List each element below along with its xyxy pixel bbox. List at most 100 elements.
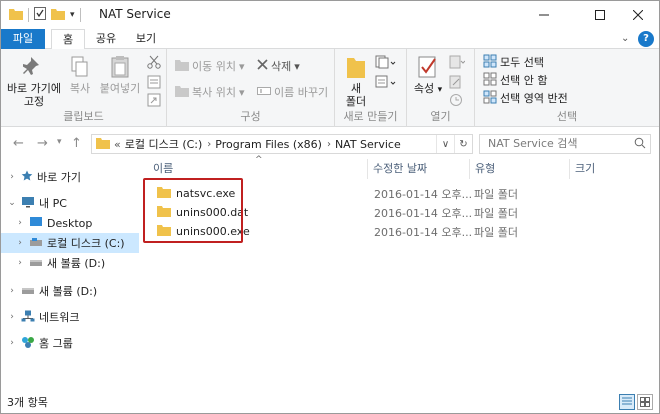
ribbon-expand-icon[interactable]: ⌄ xyxy=(621,33,629,44)
open-group-label: 열기 xyxy=(430,110,451,123)
cut-icon[interactable] xyxy=(147,55,161,72)
chevron-down-icon[interactable]: ⌄ xyxy=(7,198,17,208)
pin-to-quick-access-button[interactable]: 바로 가기에 고정 xyxy=(5,55,63,108)
properties-button[interactable]: 속성 ▾ xyxy=(413,55,443,97)
file-type: 파일 폴더 xyxy=(474,225,518,239)
open-icon[interactable] xyxy=(449,55,466,72)
file-date: 2016-01-14 오후... xyxy=(374,206,473,220)
new-item-icon[interactable] xyxy=(375,55,397,72)
large-icons-view-icon[interactable] xyxy=(637,394,653,410)
chevron-right-icon[interactable]: › xyxy=(15,258,25,268)
address-bar[interactable]: « 로컬 디스크 (C:) › Program Files (x86) › NA… xyxy=(91,134,473,154)
ribbon: 바로 가기에 고정 복사 붙여넣기 클립보드 이동 위치 ▾ 복사 위치 ▾ 삭… xyxy=(1,49,659,127)
new-folder-icon xyxy=(346,55,366,82)
breadcrumb-item[interactable]: NAT Service xyxy=(335,138,401,151)
nav-label: 로컬 디스크 (C:) xyxy=(47,237,125,250)
copy-label: 복사 xyxy=(69,82,91,95)
help-button[interactable]: ? xyxy=(638,31,654,47)
select-none-button[interactable]: 선택 안 함 xyxy=(483,71,547,89)
copy-to-button[interactable]: 복사 위치 ▾ xyxy=(175,83,245,101)
column-divider[interactable] xyxy=(569,159,570,179)
nav-item-desktop[interactable]: › Desktop xyxy=(1,213,139,233)
nav-item-this-pc[interactable]: ⌄ 내 PC xyxy=(1,193,139,213)
chevron-right-icon[interactable]: › xyxy=(7,312,17,322)
chevron-right-icon[interactable]: › xyxy=(7,286,17,296)
nav-label: 새 볼륨 (D:) xyxy=(47,257,106,270)
new-folder-icon[interactable] xyxy=(51,8,65,23)
tab-share[interactable]: 공유 xyxy=(89,29,123,49)
chevron-right-icon[interactable]: › xyxy=(15,218,25,228)
copy-icon xyxy=(70,55,90,82)
column-header-size[interactable]: 크기 xyxy=(575,159,595,179)
edit-icon[interactable] xyxy=(449,75,463,92)
back-arrow-icon[interactable]: ← xyxy=(13,136,24,151)
chevron-right-icon[interactable]: › xyxy=(15,238,25,248)
file-date: 2016-01-14 오후... xyxy=(374,187,473,201)
nav-item-new-volume-d-child[interactable]: › 새 볼륨 (D:) xyxy=(1,253,139,273)
select-all-button[interactable]: 모두 선택 xyxy=(483,53,544,71)
address-dropdown-icon[interactable]: ∨ xyxy=(436,135,454,153)
delete-label: 삭제 xyxy=(271,60,292,73)
breadcrumb-separator-icon[interactable]: › xyxy=(327,139,331,150)
chevron-right-icon[interactable]: › xyxy=(7,172,17,182)
computer-icon xyxy=(21,196,35,211)
column-header-date[interactable]: 수정한 날짜 xyxy=(373,159,427,179)
network-icon xyxy=(21,310,35,325)
nav-item-new-volume-d[interactable]: › 새 볼륨 (D:) xyxy=(1,281,139,301)
refresh-icon[interactable]: ↻ xyxy=(454,135,472,153)
copy-path-icon[interactable] xyxy=(147,75,161,92)
paste-button[interactable]: 붙여넣기 xyxy=(97,55,143,95)
breadcrumb-item[interactable]: Program Files (x86) xyxy=(215,138,322,151)
tab-file[interactable]: 파일 xyxy=(1,29,45,49)
chevron-right-icon[interactable]: › xyxy=(7,338,17,348)
minimize-button[interactable] xyxy=(521,1,567,29)
view-switcher xyxy=(619,394,653,410)
properties-icon xyxy=(417,55,439,82)
organize-group-label: 구성 xyxy=(240,110,261,123)
forward-arrow-icon[interactable]: → xyxy=(37,136,48,151)
select-all-label: 모두 선택 xyxy=(500,56,544,69)
select-all-icon xyxy=(483,54,497,71)
ribbon-tab-bar: 파일 홈 공유 보기 ⌄ ? xyxy=(1,29,659,50)
move-to-icon xyxy=(175,59,189,74)
close-button[interactable] xyxy=(615,1,660,29)
customize-dropdown-icon[interactable]: ▾ xyxy=(70,10,75,20)
details-view-icon[interactable] xyxy=(619,394,635,410)
folder-icon[interactable] xyxy=(9,8,23,23)
properties-check-icon[interactable] xyxy=(34,7,46,23)
properties-label: 속성 xyxy=(413,82,435,95)
invert-selection-button[interactable]: 선택 영역 반전 xyxy=(483,89,568,107)
nav-item-homegroup[interactable]: › 홈 그룹 xyxy=(1,333,139,353)
copy-button[interactable]: 복사 xyxy=(65,55,95,95)
new-folder-button[interactable]: 새 폴더 xyxy=(341,55,371,108)
move-to-button[interactable]: 이동 위치 ▾ xyxy=(175,57,245,75)
search-input[interactable]: NAT Service 검색 xyxy=(479,134,651,154)
status-bar: 3개 항목 xyxy=(1,391,659,413)
nav-label: 홈 그룹 xyxy=(39,337,73,350)
chevron-down-icon: ▾ xyxy=(437,85,443,95)
rename-label: 이름 바꾸기 xyxy=(274,86,329,99)
file-type: 파일 폴더 xyxy=(474,206,518,220)
breadcrumb-item[interactable]: 로컬 디스크 (C:) xyxy=(125,136,203,152)
recent-locations-chevron-icon[interactable]: ▾ xyxy=(57,137,62,147)
nav-item-local-disk-c[interactable]: › 로컬 디스크 (C:) xyxy=(1,233,139,253)
new-folder-label-line1: 새 xyxy=(350,82,362,95)
address-actions: ∨ ↻ xyxy=(436,135,472,153)
breadcrumb-separator-icon[interactable]: › xyxy=(207,139,211,150)
rename-button[interactable]: 이름 바꾸기 xyxy=(257,83,328,101)
column-header-name[interactable]: 이름 xyxy=(153,159,173,179)
breadcrumb-overflow[interactable]: « xyxy=(114,138,121,151)
column-divider[interactable] xyxy=(469,159,470,179)
sort-ascending-icon: ^ xyxy=(255,155,263,165)
column-header-type[interactable]: 유형 xyxy=(475,159,495,179)
tab-home[interactable]: 홈 xyxy=(51,29,85,50)
delete-button[interactable]: 삭제 ▾ xyxy=(257,57,300,75)
up-arrow-icon[interactable]: ↑ xyxy=(71,136,82,151)
nav-item-network[interactable]: › 네트워크 xyxy=(1,307,139,327)
navigation-pane: › 바로 가기 ⌄ 내 PC › Desktop › 로컬 디스크 (C:) ›… xyxy=(1,159,139,391)
column-divider[interactable] xyxy=(367,159,368,179)
delete-x-icon xyxy=(257,59,268,73)
tab-view[interactable]: 보기 xyxy=(129,29,163,49)
nav-item-quick-access[interactable]: › 바로 가기 xyxy=(1,167,139,187)
easy-access-icon[interactable] xyxy=(375,75,397,92)
